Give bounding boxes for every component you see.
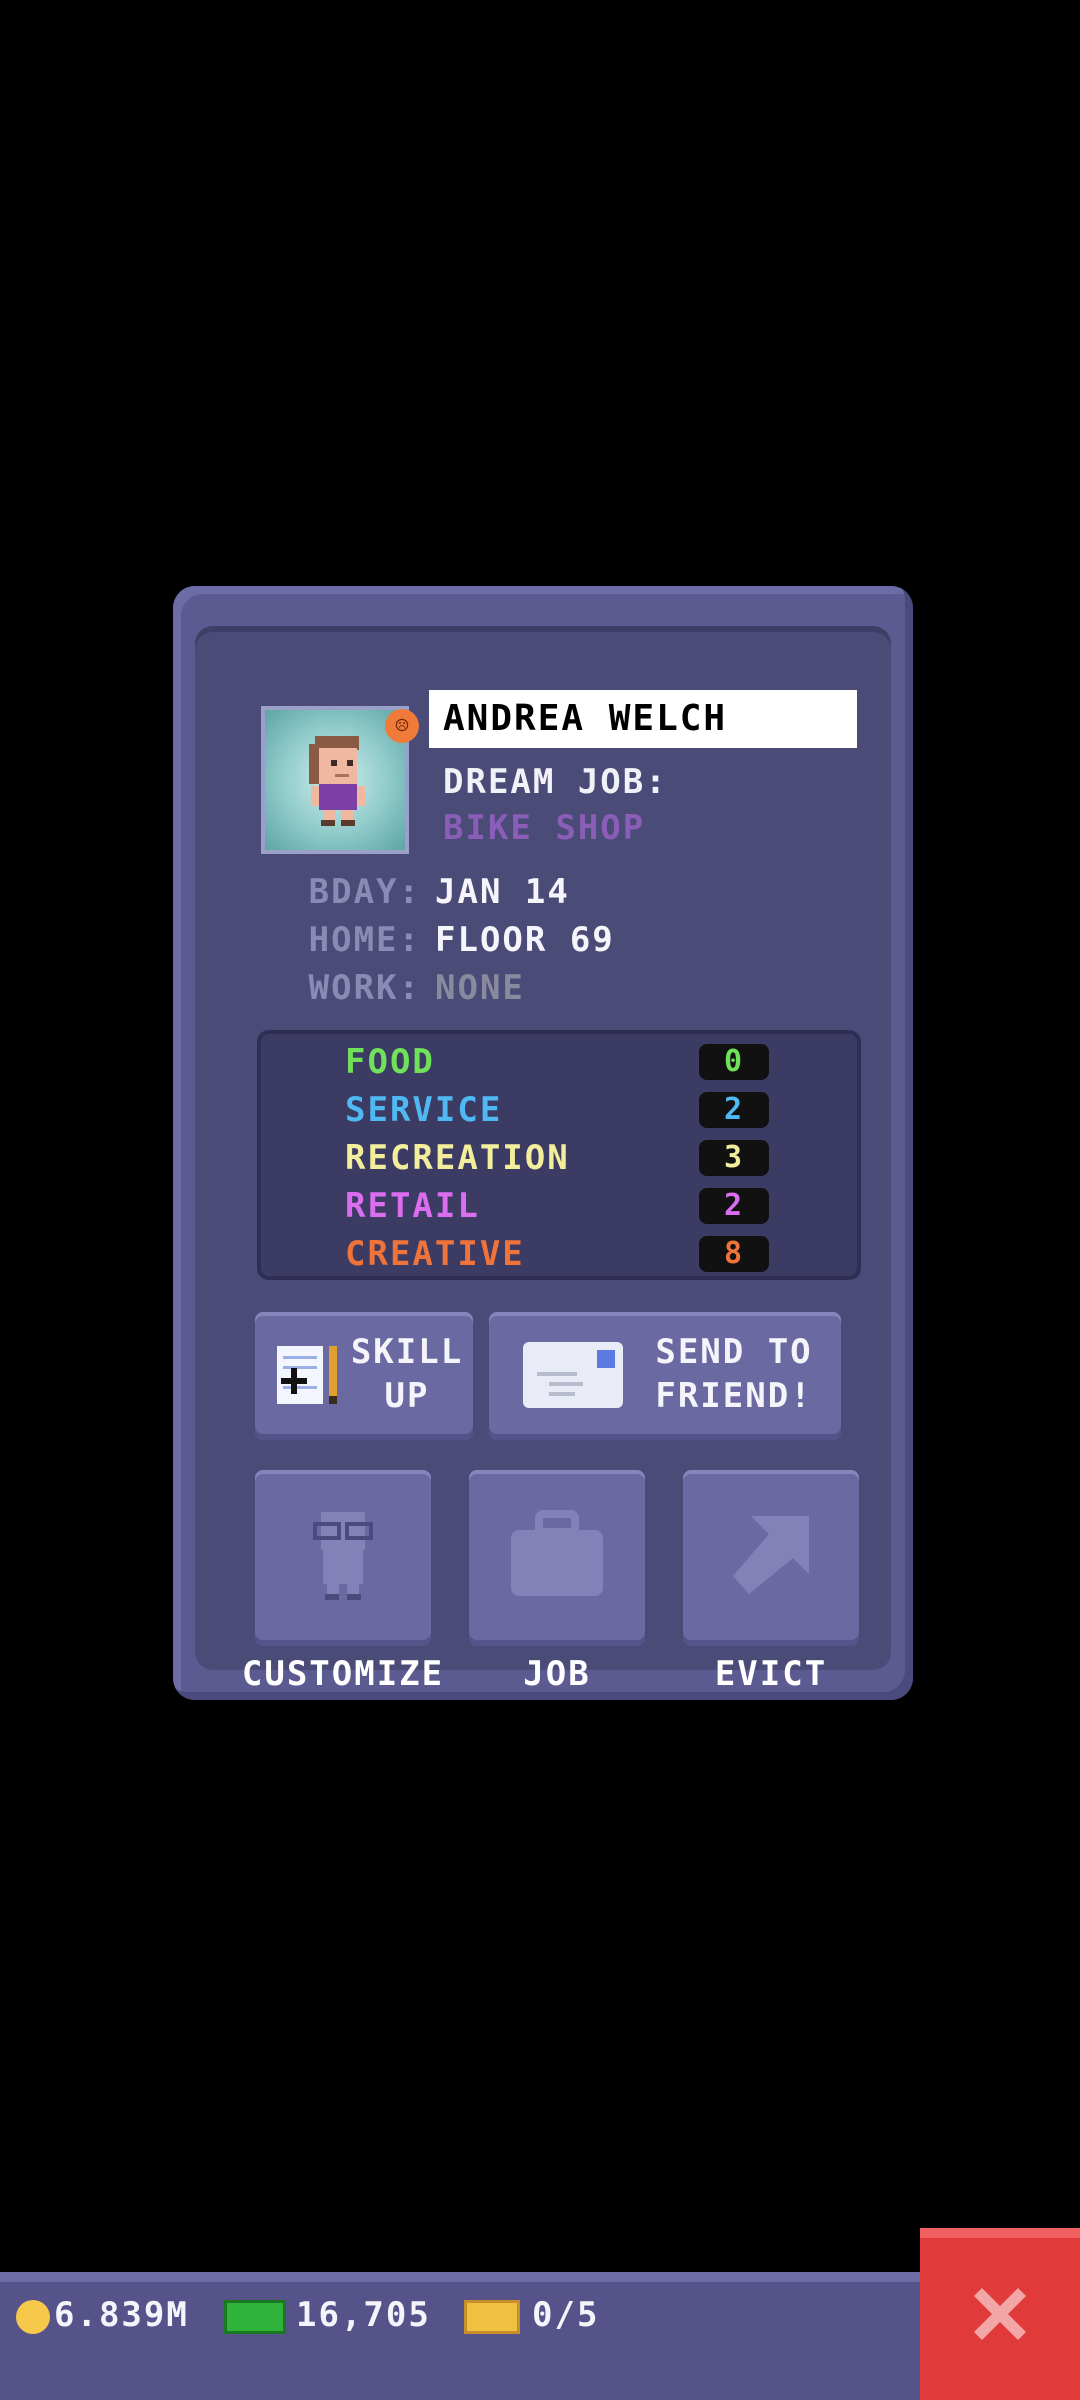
bitizen-sprite-icon bbox=[309, 736, 365, 826]
card-inner: ☹ ANDREA WELCH DREAM JOB: BIKE SHOP BDAY… bbox=[195, 626, 891, 1694]
skill-recreation-label: RECREATION bbox=[345, 1138, 570, 1178]
skill-creative-value: 8 bbox=[699, 1236, 769, 1272]
bitizen-card: ☹ ANDREA WELCH DREAM JOB: BIKE SHOP BDAY… bbox=[173, 586, 913, 1700]
skill-service-label: SERVICE bbox=[345, 1090, 503, 1130]
dream-job-label: DREAM JOB: bbox=[443, 762, 668, 802]
home-label: HOME: bbox=[308, 920, 421, 960]
coins-stat: 6.839M bbox=[16, 2290, 189, 2340]
work-row: WORK: NONE bbox=[277, 968, 525, 1008]
envelope-icon bbox=[523, 1342, 623, 1408]
briefcase-icon bbox=[511, 1510, 603, 1596]
bux-value: 16,705 bbox=[296, 2295, 431, 2335]
skill-service-value: 2 bbox=[699, 1092, 769, 1128]
skill-food-value: 0 bbox=[699, 1044, 769, 1080]
name-field[interactable]: ANDREA WELCH bbox=[429, 690, 857, 748]
bux-icon bbox=[224, 2299, 286, 2334]
bday-row: BDAY: JAN 14 bbox=[277, 872, 570, 912]
unhappy-mood-icon: ☹ bbox=[385, 709, 419, 743]
ticket-icon bbox=[464, 2299, 520, 2334]
home-value: FLOOR 69 bbox=[435, 920, 615, 960]
skill-up-line2: UP bbox=[384, 1376, 430, 1416]
bday-label: BDAY: bbox=[308, 872, 421, 912]
arrow-up-right-icon bbox=[733, 1516, 809, 1594]
skill-up-line1: SKILL bbox=[350, 1332, 464, 1372]
coins-value: 6.839M bbox=[54, 2295, 189, 2335]
skill-food-label: FOOD bbox=[345, 1042, 435, 1082]
home-row: HOME: FLOOR 69 bbox=[277, 920, 615, 960]
tickets-stat: 0/5 bbox=[464, 2290, 599, 2340]
customize-button[interactable] bbox=[255, 1470, 431, 1646]
job-label: JOB bbox=[523, 1654, 591, 1694]
send-to-friend-button[interactable]: SEND TO FRIEND! bbox=[489, 1312, 841, 1440]
customize-label: CUSTOMIZE bbox=[241, 1654, 445, 1694]
skill-up-icon bbox=[277, 1346, 337, 1404]
bux-stat: 16,705 bbox=[224, 2290, 431, 2340]
job-button[interactable] bbox=[469, 1470, 645, 1646]
coin-icon bbox=[16, 2299, 50, 2334]
work-label: WORK: bbox=[308, 968, 421, 1008]
skills-panel: FOOD 0 SERVICE 2 RECREATION 3 RETAIL 2 C… bbox=[257, 1030, 861, 1280]
bday-value: JAN 14 bbox=[435, 872, 570, 912]
close-button[interactable] bbox=[920, 2228, 1080, 2400]
skill-retail-value: 2 bbox=[699, 1188, 769, 1224]
bitizen-silhouette-icon bbox=[313, 1512, 373, 1600]
skill-retail-label: RETAIL bbox=[345, 1186, 480, 1226]
send-line2: FRIEND! bbox=[655, 1376, 813, 1416]
tickets-value: 0/5 bbox=[532, 2295, 600, 2335]
work-value: NONE bbox=[435, 968, 525, 1008]
evict-label: EVICT bbox=[714, 1654, 828, 1694]
skill-up-button[interactable]: SKILL UP bbox=[255, 1312, 473, 1440]
send-line1: SEND TO bbox=[655, 1332, 813, 1372]
evict-button[interactable] bbox=[683, 1470, 859, 1646]
skill-recreation-value: 3 bbox=[699, 1140, 769, 1176]
close-icon bbox=[974, 2288, 1026, 2340]
skill-creative-label: CREATIVE bbox=[345, 1234, 525, 1274]
dream-job-value: BIKE SHOP bbox=[443, 808, 646, 848]
